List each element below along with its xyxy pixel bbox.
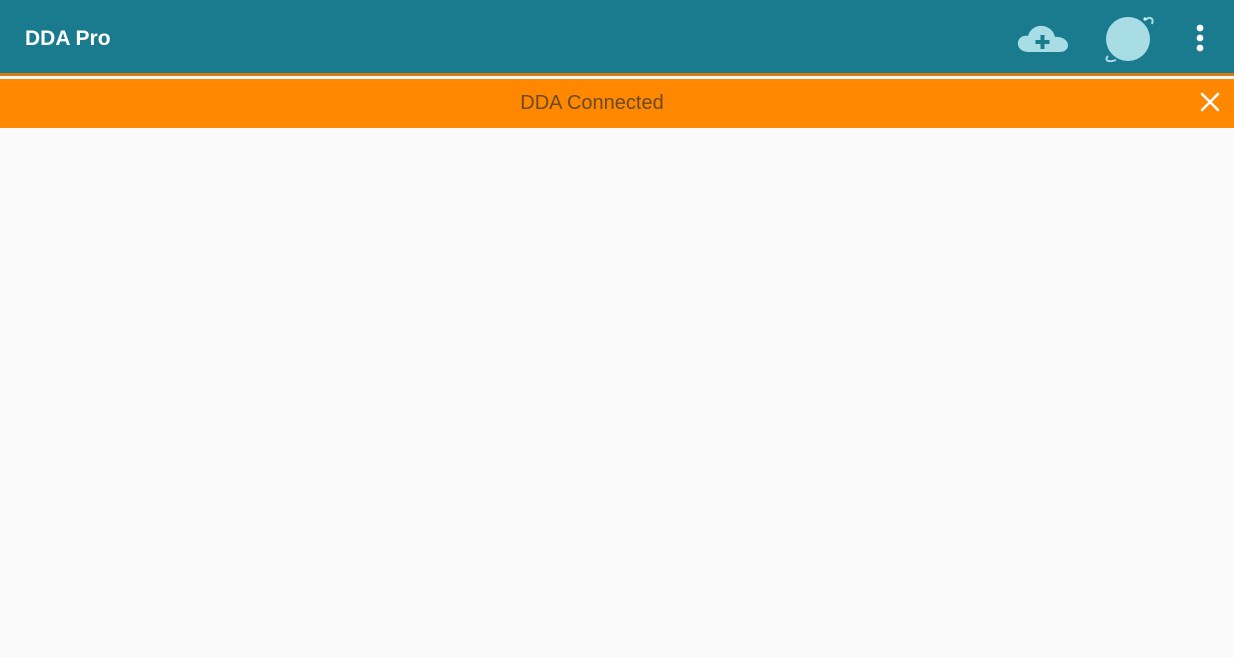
more-vertical-icon (1196, 24, 1204, 52)
app-toolbar: DDA Pro (0, 0, 1234, 76)
overflow-menu-button[interactable] (1184, 16, 1216, 60)
cloud-add-icon (1017, 25, 1068, 52)
app-window: DDA Pro DDA Connected (0, 0, 1234, 657)
close-icon (1200, 92, 1220, 112)
banner-message: DDA Connected (520, 92, 664, 114)
main-content-area (0, 128, 1234, 657)
planet-icon (1105, 16, 1154, 63)
banner-close-button[interactable] (1192, 84, 1228, 120)
planet-button[interactable] (1098, 10, 1158, 66)
app-title: DDA Pro (25, 27, 111, 50)
status-banner: DDA Connected (0, 79, 1234, 128)
cloud-add-button[interactable] (1013, 16, 1073, 60)
